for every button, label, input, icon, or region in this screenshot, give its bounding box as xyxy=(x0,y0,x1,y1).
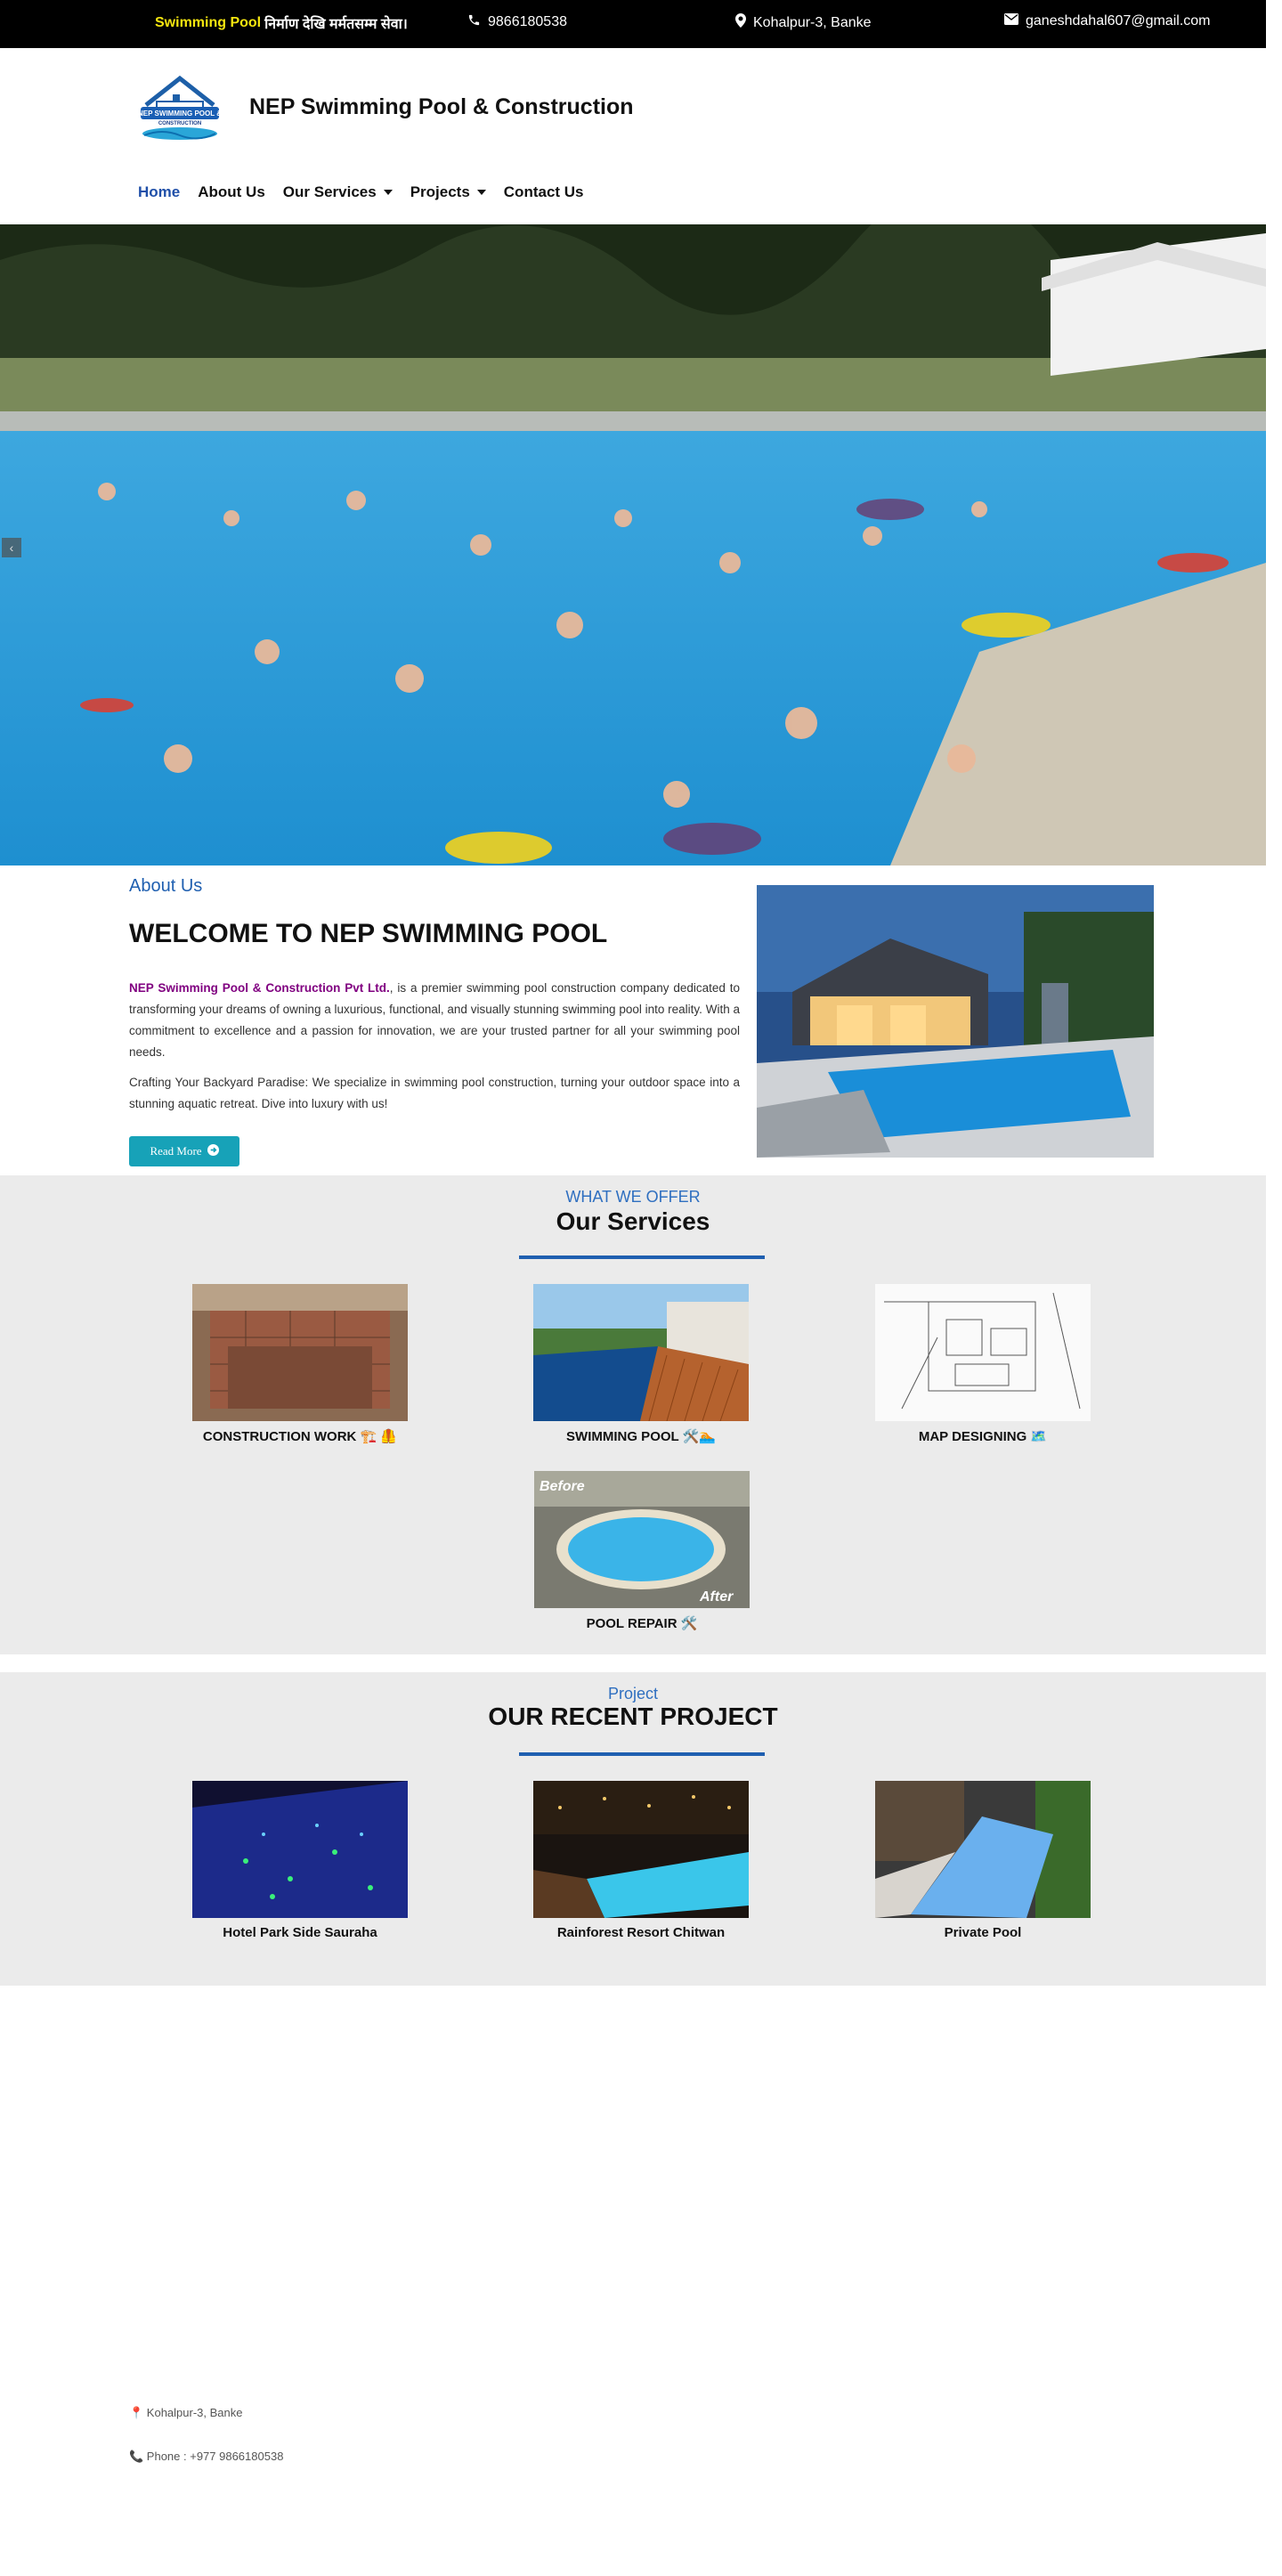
project-card[interactable]: Hotel Park Side Sauraha xyxy=(192,1781,408,1940)
topbar-tagline-text: निर्माण देखि मर्मतसम्म सेवा। xyxy=(264,17,408,32)
about-image xyxy=(757,885,1154,1158)
project-caption: Hotel Park Side Sauraha xyxy=(223,1925,377,1940)
service-caption: MAP DESIGNING 🗺️ xyxy=(918,1429,1048,1444)
svg-text:NEP SWIMMING POOL &: NEP SWIMMING POOL & xyxy=(138,110,222,118)
projects-divider xyxy=(519,1752,765,1756)
service-image xyxy=(192,1284,408,1421)
nav-home[interactable]: Home xyxy=(129,183,189,201)
nav-about-us[interactable]: About Us xyxy=(189,183,274,201)
hero-slider: ‹ xyxy=(0,224,1266,865)
about-eyebrow: About Us xyxy=(129,876,203,896)
footer-address: 📍 Kohalpur-3, Banke xyxy=(129,2406,243,2419)
phone-icon xyxy=(467,13,481,31)
service-card-swimming-pool[interactable]: SWIMMING POOL 🛠️🏊 xyxy=(533,1284,749,1444)
nav-projects[interactable]: Projects xyxy=(402,183,495,201)
services-section: WHAT WE OFFER Our Services CONSTRUCTION … xyxy=(0,1175,1266,1654)
site-logo[interactable]: NEP SWIMMING POOL & CONSTRUCTION xyxy=(130,69,230,142)
chevron-left-icon: ‹ xyxy=(9,540,14,555)
topbar-phone-number: 9866180538 xyxy=(488,14,567,29)
map-marker-icon xyxy=(735,13,746,32)
project-image xyxy=(875,1781,1091,1918)
projects-section: Project OUR RECENT PROJECT Hotel Park Si… xyxy=(0,1672,1266,1986)
caret-down-icon xyxy=(383,190,393,195)
topbar-tagline-brand: Swimming Pool xyxy=(155,15,262,30)
project-caption: Rainforest Resort Chitwan xyxy=(556,1925,726,1940)
service-caption: SWIMMING POOL 🛠️🏊 xyxy=(566,1429,716,1444)
project-caption: Private Pool xyxy=(944,1925,1022,1940)
after-label: After xyxy=(699,1589,734,1605)
services-eyebrow: WHAT WE OFFER xyxy=(565,1188,701,1206)
project-card[interactable]: Rainforest Resort Chitwan xyxy=(533,1781,749,1940)
top-bar: Swimming Pool निर्माण देखि मर्मतसम्म सेव… xyxy=(0,0,1266,48)
project-image xyxy=(533,1781,749,1918)
site-title: NEP Swimming Pool & Construction xyxy=(249,94,634,119)
service-card-pool-repair[interactable]: Before After POOL REPAIR 🛠️ xyxy=(534,1471,750,1631)
topbar-email[interactable]: ganeshdahal607@gmail.com xyxy=(1004,13,1210,29)
service-image: Before After xyxy=(534,1471,750,1608)
hero-image xyxy=(0,224,1266,865)
caret-down-icon xyxy=(476,190,486,195)
service-caption: CONSTRUCTION WORK 🏗️ 🦺 xyxy=(202,1429,398,1444)
project-image xyxy=(192,1781,408,1918)
topbar-location-text: Kohalpur-3, Banke xyxy=(753,14,872,30)
projects-title: OUR RECENT PROJECT xyxy=(488,1702,778,1730)
projects-eyebrow: Project xyxy=(607,1685,659,1702)
main-nav: Home About Us Our Services Projects Cont… xyxy=(129,183,593,201)
about-section: About Us WELCOME TO NEP SWIMMING POOL NE… xyxy=(0,865,1266,1175)
footer-phone[interactable]: 📞 Phone : +977 9866180538 xyxy=(129,2450,283,2464)
site-header: NEP SWIMMING POOL & CONSTRUCTION NEP Swi… xyxy=(0,48,1266,224)
service-caption: POOL REPAIR 🛠️ xyxy=(586,1616,698,1631)
envelope-icon xyxy=(1004,13,1018,29)
topbar-location: Kohalpur-3, Banke xyxy=(735,13,872,32)
nav-our-services[interactable]: Our Services xyxy=(274,183,402,201)
about-paragraph-2: Crafting Your Backyard Paradise: We spec… xyxy=(129,1076,740,1110)
svg-text:CONSTRUCTION: CONSTRUCTION xyxy=(158,121,201,126)
slider-prev-button[interactable]: ‹ xyxy=(2,538,21,557)
service-image xyxy=(875,1284,1091,1421)
service-card-map-designing[interactable]: MAP DESIGNING 🗺️ xyxy=(875,1284,1091,1444)
services-title: Our Services xyxy=(556,1207,710,1235)
nav-contact-us[interactable]: Contact Us xyxy=(495,183,593,201)
service-image xyxy=(533,1284,749,1421)
topbar-tagline: Swimming Pool निर्माण देखि मर्मतसम्म सेव… xyxy=(155,13,408,33)
topbar-phone[interactable]: 9866180538 xyxy=(467,13,567,31)
about-title: WELCOME TO NEP SWIMMING POOL xyxy=(129,919,608,948)
service-card-construction[interactable]: CONSTRUCTION WORK 🏗️ 🦺 xyxy=(192,1284,408,1444)
about-brand-name: NEP Swimming Pool & Construction Pvt Ltd… xyxy=(129,981,390,995)
topbar-email-text: ganeshdahal607@gmail.com xyxy=(1026,13,1211,28)
read-more-label: Read More xyxy=(150,1144,202,1158)
services-divider xyxy=(519,1255,765,1259)
project-card[interactable]: Private Pool xyxy=(875,1781,1091,1940)
before-label: Before xyxy=(540,1479,585,1494)
arrow-circle-right-icon xyxy=(207,1143,219,1159)
about-paragraph-1: NEP Swimming Pool & Construction Pvt Ltd… xyxy=(129,978,740,1063)
read-more-button[interactable]: Read More xyxy=(129,1136,239,1166)
